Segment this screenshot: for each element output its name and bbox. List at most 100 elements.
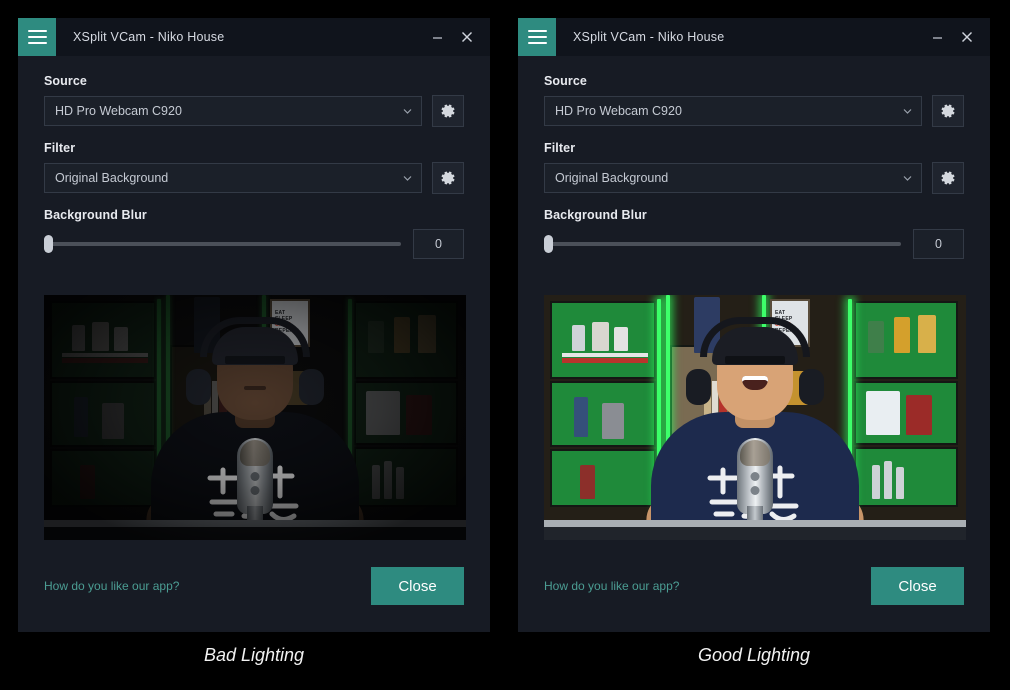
figurine	[906, 395, 932, 435]
close-button[interactable]: Close	[371, 567, 464, 605]
background-blur-row: 0	[44, 229, 464, 259]
figurine	[396, 467, 404, 499]
filter-select[interactable]: Original Background	[44, 163, 422, 193]
window-controls	[922, 18, 990, 56]
slider-thumb[interactable]	[544, 235, 553, 253]
figurine	[72, 325, 85, 351]
webcam-preview-bright: EAT SLEEP GAME REPEAT	[544, 295, 966, 540]
minimize-icon[interactable]	[922, 18, 952, 56]
figurine	[572, 325, 585, 351]
figurine	[884, 461, 892, 499]
filter-select-value: Original Background	[55, 171, 168, 185]
figurine	[92, 322, 109, 351]
feedback-link[interactable]: How do you like our app?	[44, 579, 179, 593]
background-blur-slider[interactable]	[44, 230, 401, 258]
hamburger-menu-icon[interactable]	[518, 18, 556, 56]
close-icon[interactable]	[452, 18, 482, 56]
source-select[interactable]: HD Pro Webcam C920	[544, 96, 922, 126]
source-label: Source	[544, 74, 964, 88]
preview-scene: EAT SLEEP GAME REPEAT	[544, 295, 966, 540]
chevron-down-icon	[903, 174, 912, 183]
chevron-down-icon	[403, 107, 412, 116]
source-label: Source	[44, 74, 464, 88]
webcam-preview-dark: EAT SLEEP GAME REPEAT	[44, 295, 466, 540]
source-select[interactable]: HD Pro Webcam C920	[44, 96, 422, 126]
figurine	[80, 465, 95, 499]
filter-settings-button[interactable]	[932, 162, 964, 194]
close-icon[interactable]	[952, 18, 982, 56]
background-blur-value-input[interactable]: 0	[413, 229, 464, 259]
figurine	[602, 403, 624, 439]
title-bar: XSplit VCam - Niko House	[518, 18, 990, 56]
panel-body: Source HD Pro Webcam C920 Filter Orig	[18, 56, 490, 540]
background-blur-label: Background Blur	[544, 208, 964, 222]
source-select-value: HD Pro Webcam C920	[55, 104, 182, 118]
panel-body: Source HD Pro Webcam C920 Filter Orig	[518, 56, 990, 540]
preview-scene: EAT SLEEP GAME REPEAT	[44, 295, 466, 540]
desk-front	[44, 527, 466, 540]
figurine	[102, 403, 124, 439]
panel-footer: How do you like our app? Close	[544, 567, 964, 605]
figurine	[114, 327, 128, 351]
gear-icon	[440, 103, 456, 119]
background-blur-slider[interactable]	[544, 230, 901, 258]
vcam-window-bad-lighting: XSplit VCam - Niko House Source HD Pro W…	[18, 18, 490, 632]
cap-strap	[225, 356, 285, 364]
figurine	[614, 327, 628, 351]
microphone-knob	[751, 486, 760, 495]
chevron-down-icon	[903, 107, 912, 116]
headphone-earcup-right	[799, 369, 824, 405]
slider-track	[44, 242, 401, 246]
background-blur-label: Background Blur	[44, 208, 464, 222]
hamburger-menu-icon[interactable]	[18, 18, 56, 56]
filter-label: Filter	[44, 141, 464, 155]
close-button[interactable]: Close	[871, 567, 964, 605]
background-blur-value-input[interactable]: 0	[913, 229, 964, 259]
slider-track	[544, 242, 901, 246]
figurine	[384, 461, 392, 499]
figurine	[918, 315, 936, 353]
figurine	[894, 317, 910, 353]
figurine	[406, 395, 432, 435]
background-blur-row: 0	[544, 229, 964, 259]
headphone-earcup-right	[299, 369, 324, 405]
microphone-knob	[751, 472, 760, 481]
filter-label: Filter	[544, 141, 964, 155]
background-blur-value: 0	[435, 237, 442, 251]
background-blur-value: 0	[935, 237, 942, 251]
figurine	[418, 315, 436, 353]
cap-strap	[725, 356, 785, 364]
microphone-knob	[251, 486, 260, 495]
microphone-knob	[251, 472, 260, 481]
vcam-window-good-lighting: XSplit VCam - Niko House Source HD Pro W…	[518, 18, 990, 632]
source-settings-button[interactable]	[932, 95, 964, 127]
filter-select[interactable]: Original Background	[544, 163, 922, 193]
desk	[44, 520, 466, 540]
source-select-value: HD Pro Webcam C920	[555, 104, 682, 118]
minimize-icon[interactable]	[422, 18, 452, 56]
headphone-earcup-left	[186, 369, 211, 405]
microphone-grille	[240, 440, 270, 466]
source-row: HD Pro Webcam C920	[544, 95, 964, 127]
caption-good-lighting: Good Lighting	[518, 645, 990, 666]
desk-surface	[544, 520, 966, 527]
panel-footer: How do you like our app? Close	[44, 567, 464, 605]
source-settings-button[interactable]	[432, 95, 464, 127]
desk	[544, 520, 966, 540]
slider-thumb[interactable]	[44, 235, 53, 253]
figurine	[74, 397, 88, 437]
gear-icon	[940, 170, 956, 186]
feedback-link[interactable]: How do you like our app?	[544, 579, 679, 593]
filter-select-value: Original Background	[555, 171, 668, 185]
window-controls	[422, 18, 490, 56]
window-title: XSplit VCam - Niko House	[556, 18, 922, 56]
figurine	[896, 467, 904, 499]
chevron-down-icon	[403, 174, 412, 183]
source-row: HD Pro Webcam C920	[44, 95, 464, 127]
desk-front	[544, 527, 966, 540]
microphone-body	[737, 438, 773, 514]
figurine	[574, 397, 588, 437]
mouth	[244, 386, 266, 390]
filter-settings-button[interactable]	[432, 162, 464, 194]
headphone-earcup-left	[686, 369, 711, 405]
